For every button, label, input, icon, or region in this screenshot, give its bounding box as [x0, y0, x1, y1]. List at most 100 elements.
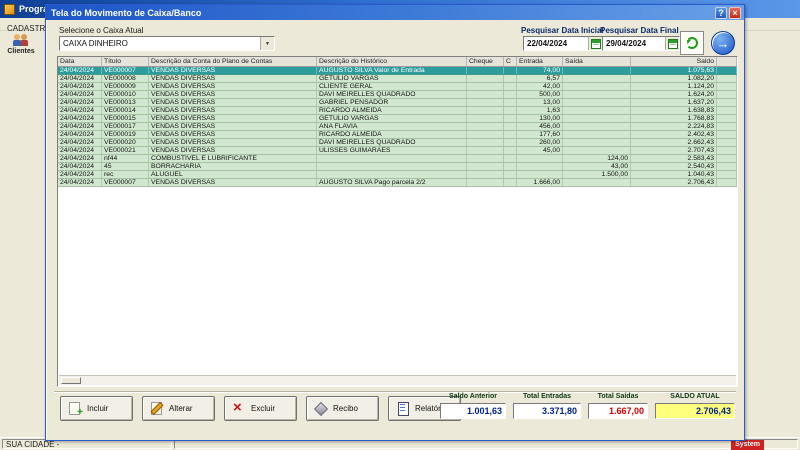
table-header: DataTítuloDescrição da Conta do Plano de…: [58, 57, 737, 67]
calendar-icon[interactable]: [588, 37, 602, 50]
cell: [563, 131, 631, 138]
cell: [467, 83, 504, 90]
relatorio-icon: [396, 402, 409, 415]
cell: VE000015: [102, 115, 149, 122]
recibo-button[interactable]: Recibo: [306, 396, 379, 421]
button-label: Excluir: [251, 404, 275, 413]
column-header[interactable]: C: [504, 57, 517, 66]
horizontal-scrollbar[interactable]: [59, 375, 736, 385]
cell: 2.402,43: [631, 131, 717, 138]
cell: [504, 179, 517, 186]
column-header[interactable]: Saída: [563, 57, 631, 66]
cell: 1,63: [517, 107, 563, 114]
table-row[interactable]: 24/04/2024VE000014VENDAS DIVERSASRICARDO…: [58, 107, 737, 115]
cell: [467, 123, 504, 130]
cell: AUGUSTO SILVA Pago parcela 2/2: [317, 179, 467, 186]
cell: [504, 75, 517, 82]
cell: RICARDO ALMEIDA: [317, 131, 467, 138]
cell: 24/04/2024: [58, 179, 102, 186]
calendar-icon[interactable]: [665, 37, 679, 50]
data-inicial-field[interactable]: 22/04/2024: [523, 36, 603, 51]
incluir-button[interactable]: Incluir: [60, 396, 133, 421]
cell: [504, 155, 517, 162]
cell: 24/04/2024: [58, 91, 102, 98]
alterar-icon: [150, 402, 163, 415]
table-row[interactable]: 24/04/2024VE000008VENDAS DIVERSASGETULIO…: [58, 75, 737, 83]
alterar-button[interactable]: Alterar: [142, 396, 215, 421]
refresh-button[interactable]: [680, 31, 704, 55]
cell: 2.583,43: [631, 155, 717, 162]
scrollbar-thumb[interactable]: [61, 377, 81, 384]
help-button[interactable]: ?: [715, 7, 727, 19]
action-buttons: IncluirAlterarExcluirReciboRelatório: [60, 396, 461, 421]
column-header[interactable]: Data: [58, 57, 102, 66]
status-badge: System: [731, 440, 764, 450]
cell: [467, 107, 504, 114]
cell: [504, 107, 517, 114]
cell: ALUGUEL: [149, 171, 317, 178]
cell: VENDAS DIVERSAS: [149, 99, 317, 106]
table-row[interactable]: 24/04/2024VE000013VENDAS DIVERSASGABRIEL…: [58, 99, 737, 107]
caixa-label: Selecione o Caixa Atual: [59, 26, 144, 35]
cell: 1.637,20: [631, 99, 717, 106]
cell: VE000020: [102, 139, 149, 146]
dialog-movimento-caixa: Tela do Movimento de Caixa/Banco ? × Sel…: [45, 4, 745, 441]
dialog-titlebar[interactable]: Tela do Movimento de Caixa/Banco ? ×: [46, 5, 744, 20]
cell: VENDAS DIVERSAS: [149, 91, 317, 98]
cell: 24/04/2024: [58, 67, 102, 74]
table-row[interactable]: 24/04/2024VE000009VENDAS DIVERSASCLIENTE…: [58, 83, 737, 91]
cell: BORRACHARIA: [149, 163, 317, 170]
cell: 24/04/2024: [58, 75, 102, 82]
cell: [467, 163, 504, 170]
cell: 24/04/2024: [58, 131, 102, 138]
table-row[interactable]: 24/04/2024VE000021VENDAS DIVERSASULISSES…: [58, 147, 737, 155]
cell: VE000007: [102, 67, 149, 74]
cell: [504, 139, 517, 146]
column-header[interactable]: Saldo: [631, 57, 717, 66]
toolbar-clientes-button[interactable]: Clientes: [3, 31, 39, 57]
column-header[interactable]: Título: [102, 57, 149, 66]
cell: [467, 67, 504, 74]
table-row[interactable]: 24/04/2024VE000007VENDAS DIVERSASAUGUSTO…: [58, 179, 737, 187]
summary-value: 2.706,43: [696, 406, 731, 416]
cell: 24/04/2024: [58, 155, 102, 162]
column-header[interactable]: Descrição da Conta do Plano de Contas: [149, 57, 317, 66]
table-row[interactable]: 24/04/2024nf44COMBUSTÍVEL E LUBRIFICANTE…: [58, 155, 737, 163]
cell: VENDAS DIVERSAS: [149, 83, 317, 90]
data-inicial-label: Pesquisar Data Inicial: [521, 26, 604, 35]
close-button[interactable]: ×: [729, 7, 741, 19]
cell: 2.224,83: [631, 123, 717, 130]
cell: [563, 99, 631, 106]
cell: VENDAS DIVERSAS: [149, 75, 317, 82]
cell: 1.075,63: [631, 67, 717, 74]
table-row[interactable]: 24/04/2024recALUGUEL1.500,001.040,43: [58, 171, 737, 179]
table-row[interactable]: 24/04/2024VE000017VENDAS DIVERSASANA FLA…: [58, 123, 737, 131]
cell: [504, 83, 517, 90]
column-header[interactable]: Cheque: [467, 57, 504, 66]
table-row[interactable]: 24/04/2024VE000019VENDAS DIVERSASRICARDO…: [58, 131, 737, 139]
chevron-down-icon[interactable]: ▼: [260, 37, 274, 50]
data-final-field[interactable]: 29/04/2024: [602, 36, 680, 51]
cell: [467, 155, 504, 162]
excluir-button[interactable]: Excluir: [224, 396, 297, 421]
column-header[interactable]: Entrada: [517, 57, 563, 66]
cell: [504, 99, 517, 106]
cell: [467, 179, 504, 186]
caixa-select[interactable]: CAIXA DINHEIRO ▼: [59, 36, 275, 51]
cell: VENDAS DIVERSAS: [149, 115, 317, 122]
cell: VE000013: [102, 99, 149, 106]
table-row[interactable]: 24/04/2024VE000015VENDAS DIVERSASGETULIO…: [58, 115, 737, 123]
go-button[interactable]: →: [711, 31, 735, 55]
column-header[interactable]: Descrição do Histórico: [317, 57, 467, 66]
cell: [563, 139, 631, 146]
table-row[interactable]: 24/04/2024VE000020VENDAS DIVERSASDAVI ME…: [58, 139, 737, 147]
summary-value-box: 2.706,43: [655, 403, 735, 419]
table-row[interactable]: 24/04/2024VE000010VENDAS DIVERSASDAVI ME…: [58, 91, 737, 99]
cell: 45,00: [517, 147, 563, 154]
cell: 260,00: [517, 139, 563, 146]
cell-filler: [717, 147, 737, 154]
table-row[interactable]: 24/04/202445BORRACHARIA43,002.540,43: [58, 163, 737, 171]
column-header-filler: [717, 57, 737, 66]
table-row[interactable]: 24/04/2024VE000007VENDAS DIVERSASAUGUSTO…: [58, 67, 737, 75]
cell: [504, 91, 517, 98]
